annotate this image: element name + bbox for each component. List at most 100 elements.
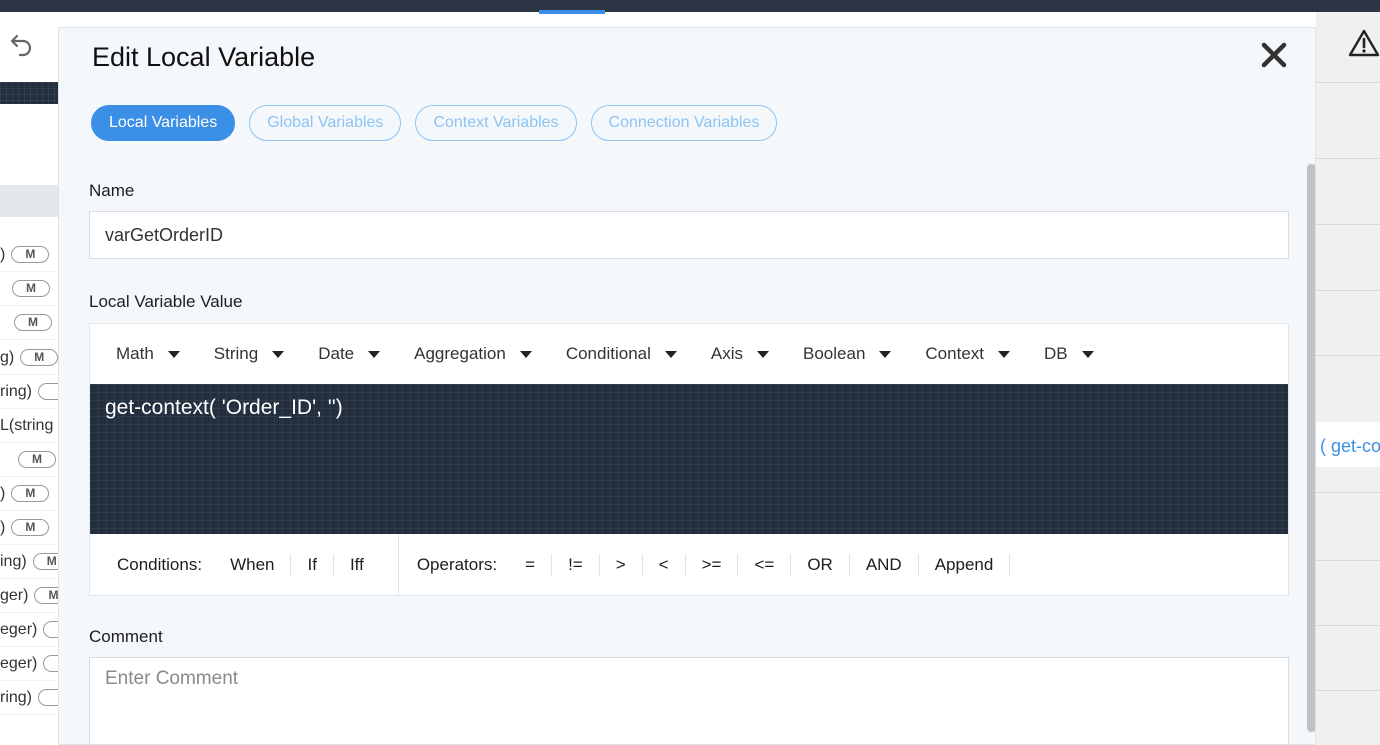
- mode-badge: M: [11, 246, 50, 263]
- mode-badge: M: [18, 451, 56, 468]
- close-icon[interactable]: [1257, 38, 1291, 72]
- left-list-item[interactable]: eger): [0, 647, 58, 681]
- left-list-item[interactable]: M: [0, 306, 58, 340]
- menu-aggregation-label: Aggregation: [414, 344, 506, 363]
- active-tab-indicator: [539, 10, 605, 14]
- top-bar: [0, 0, 1380, 14]
- left-list-item[interactable]: ) M: [0, 238, 58, 272]
- mode-badge: M: [32, 553, 58, 570]
- expression-code-area[interactable]: get-context( 'Order_ID', ''): [90, 384, 1288, 534]
- caret-down-icon: [167, 350, 180, 358]
- left-list-item[interactable]: eger): [0, 613, 58, 647]
- menu-context[interactable]: Context: [925, 344, 1010, 364]
- left-list-item[interactable]: ring): [0, 681, 58, 715]
- mode-badge: M: [20, 349, 58, 366]
- right-expression-link[interactable]: ( get-co: [1320, 436, 1380, 457]
- menu-boolean-label: Boolean: [803, 344, 866, 363]
- caret-down-icon: [757, 350, 770, 358]
- left-background-panel: ) M M Mg) Mring) L(string M) M) Ming) Mger) Meger)…: [0, 12, 58, 745]
- caret-down-icon: [519, 350, 532, 358]
- left-list-item[interactable]: ) M: [0, 511, 58, 545]
- caret-down-icon: [879, 350, 892, 358]
- left-list-item[interactable]: ing) M: [0, 545, 58, 579]
- tab-context-variables[interactable]: Context Variables: [415, 105, 577, 141]
- caret-down-icon: [272, 350, 285, 358]
- menu-axis-label: Axis: [710, 344, 744, 363]
- mode-badge: [38, 689, 58, 706]
- menu-db-label: DB: [1044, 344, 1068, 363]
- operator-not-equals[interactable]: !=: [552, 553, 600, 576]
- mode-badge: M: [11, 485, 50, 502]
- function-menubar: Math String Date Aggregation Conditional…: [90, 324, 1288, 384]
- warning-icon[interactable]: [1348, 28, 1380, 58]
- tab-connection-variables[interactable]: Connection Variables: [590, 105, 778, 141]
- menu-string[interactable]: String: [213, 344, 285, 364]
- comment-label: Comment: [89, 627, 163, 646]
- mode-badge: [38, 383, 58, 400]
- left-list-item-text: g): [0, 348, 15, 366]
- right-background-panel: ( get-co: [1316, 12, 1380, 745]
- left-list-item-text: ger): [0, 586, 29, 604]
- name-input[interactable]: varGetOrderID: [89, 211, 1289, 259]
- mode-badge: [43, 655, 58, 672]
- tab-global-variables[interactable]: Global Variables: [249, 105, 402, 141]
- left-list-item-text: ing): [0, 552, 27, 570]
- tab-local-variables[interactable]: Local Variables: [91, 105, 236, 141]
- menu-conditional-label: Conditional: [565, 344, 651, 363]
- comment-textarea[interactable]: Enter Comment: [89, 657, 1289, 744]
- left-list-item[interactable]: g) M: [0, 341, 58, 375]
- operator-greater-equal[interactable]: >=: [686, 553, 739, 576]
- mode-badge: M: [11, 519, 50, 536]
- left-list-item[interactable]: ger) M: [0, 579, 58, 613]
- operator-greater[interactable]: >: [600, 553, 643, 576]
- conditions-label: Conditions:: [117, 554, 203, 574]
- menu-date[interactable]: Date: [318, 344, 381, 364]
- edit-local-variable-dialog: Edit Local Variable Local Variables Glob…: [58, 27, 1316, 745]
- left-list-item[interactable]: L(string: [0, 409, 58, 443]
- operator-or[interactable]: OR: [791, 553, 850, 576]
- menu-context-label: Context: [925, 344, 984, 363]
- dialog-scrollbar[interactable]: [1307, 164, 1315, 732]
- caret-down-icon: [998, 350, 1010, 358]
- operator-less[interactable]: <: [643, 553, 686, 576]
- left-list-item[interactable]: M: [0, 272, 58, 306]
- left-list-item[interactable]: M: [0, 443, 58, 477]
- condition-iff[interactable]: Iff: [334, 554, 380, 576]
- left-list-item-text: eger): [0, 654, 38, 672]
- caret-down-icon: [1081, 350, 1094, 358]
- caret-down-icon: [664, 350, 677, 358]
- left-list-item-text: ): [0, 518, 6, 536]
- undo-icon[interactable]: [6, 32, 34, 60]
- operators-group: Operators: = != > < >= <= OR AND Append: [399, 534, 1011, 595]
- operator-equals[interactable]: =: [509, 553, 553, 576]
- dialog-title: Edit Local Variable: [92, 42, 316, 72]
- condition-when[interactable]: When: [214, 553, 292, 576]
- conditions-group: Conditions: When If Iff: [90, 534, 399, 595]
- menu-aggregation[interactable]: Aggregation: [414, 344, 532, 364]
- menu-conditional[interactable]: Conditional: [566, 344, 677, 364]
- menu-axis[interactable]: Axis: [710, 344, 770, 364]
- operator-less-equal[interactable]: <=: [738, 553, 792, 576]
- left-list-item-text: L(string: [0, 416, 54, 434]
- mode-badge: M: [12, 280, 50, 297]
- operator-and[interactable]: AND: [850, 553, 919, 576]
- left-list-item-text: ): [0, 484, 6, 502]
- menu-math[interactable]: Math: [116, 344, 180, 364]
- menu-db[interactable]: DB: [1044, 344, 1094, 364]
- mode-badge: M: [14, 314, 52, 331]
- left-list-item[interactable]: ring): [0, 375, 58, 409]
- operator-append[interactable]: Append: [919, 553, 1011, 576]
- left-list-item-text: ): [0, 245, 6, 263]
- left-list-item-text: ring): [0, 688, 33, 706]
- menu-string-label: String: [213, 344, 259, 363]
- left-header-strip: [0, 185, 58, 217]
- expression-editor: Math String Date Aggregation Conditional…: [89, 323, 1289, 596]
- name-label: Name: [89, 181, 135, 200]
- mode-badge: M: [34, 587, 58, 604]
- menu-boolean[interactable]: Boolean: [803, 344, 892, 364]
- left-list-item[interactable]: ) M: [0, 477, 58, 511]
- condition-if[interactable]: If: [291, 553, 334, 576]
- menu-date-label: Date: [318, 344, 355, 363]
- variable-type-tabs: Local Variables Global Variables Context…: [91, 105, 778, 141]
- left-list-item-text: eger): [0, 620, 38, 638]
